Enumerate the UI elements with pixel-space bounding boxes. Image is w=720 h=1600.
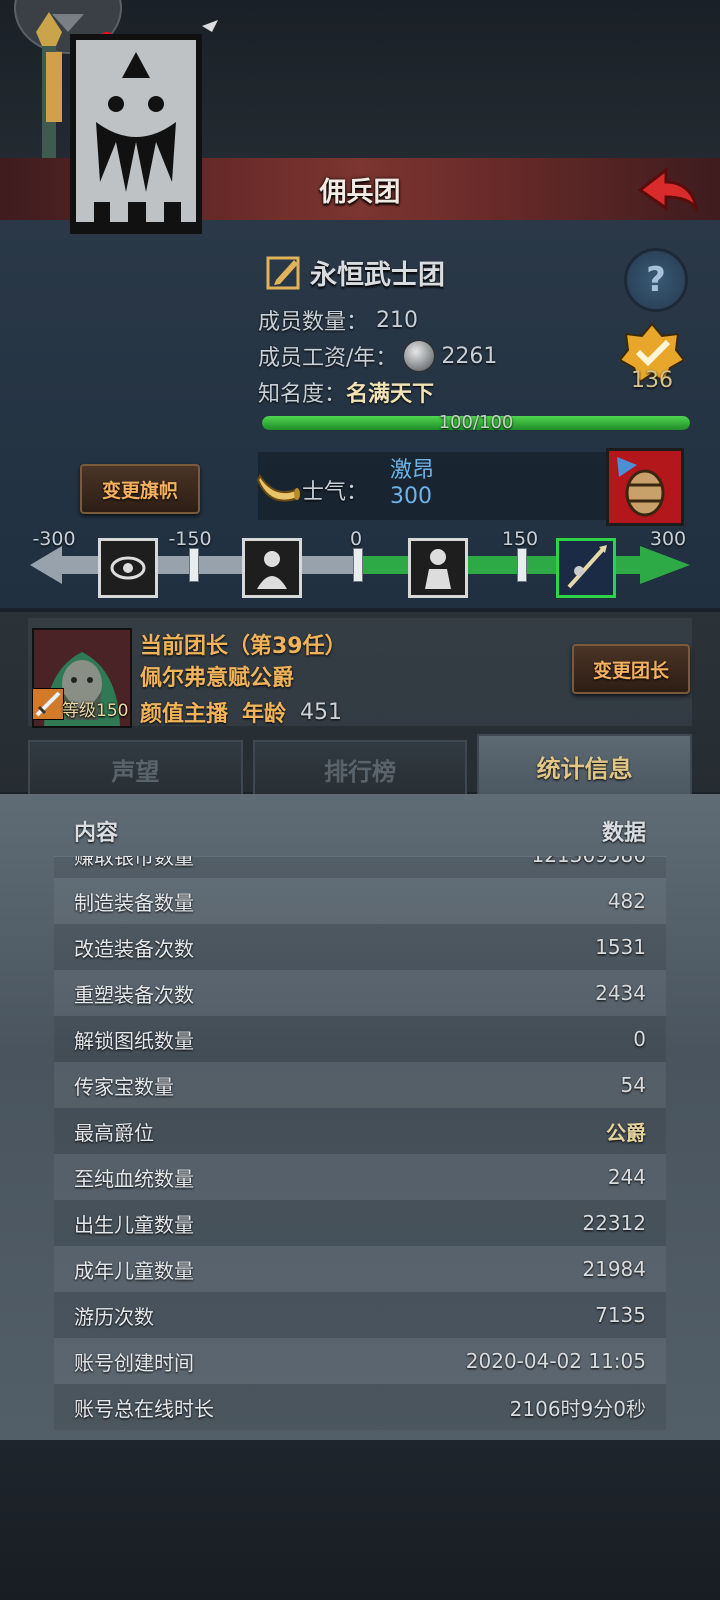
stat-value: 22312 (582, 1211, 646, 1235)
tab-reputation[interactable]: 声望 (28, 740, 243, 798)
stat-label: 账号创建时间 (74, 1350, 194, 1375)
stat-value: 21984 (582, 1257, 646, 1281)
stat-row: 账号总在线时长 2106时9分0秒 (54, 1384, 666, 1430)
guild-name: 永恒武士团 (310, 259, 445, 291)
stats-header: 内容 数据 (54, 806, 666, 857)
scale-tick (517, 548, 527, 582)
tab-leaderboard[interactable]: 排行榜 (252, 740, 468, 798)
salary-value: 2261 (441, 343, 498, 369)
stat-row: 出生儿童数量 22312 (54, 1200, 666, 1246)
stat-row: 最高爵位 公爵 (54, 1108, 666, 1154)
despair-eye-icon[interactable] (98, 538, 158, 598)
stat-label: 出生儿童数量 (74, 1212, 194, 1237)
stat-label: 传家宝数量 (74, 1074, 174, 1099)
stat-label: 解锁图纸数量 (74, 1028, 194, 1053)
morale-value: 300 (390, 484, 432, 509)
stat-value: 2020-04-02 11:05 (465, 1349, 646, 1373)
stat-value: 0 (633, 1027, 646, 1051)
tab-bar: 声望 排行榜 统计信息 (28, 734, 693, 798)
stat-row: 赚取银币数量 121369586 (54, 856, 666, 878)
fame-label: 知名度： (258, 382, 347, 407)
members-value: 210 (376, 307, 419, 333)
stat-label: 成年儿童数量 (74, 1258, 194, 1283)
stat-value: 482 (607, 889, 646, 913)
back-arrow-icon[interactable] (636, 164, 700, 214)
stat-label: 改造装备次数 (74, 936, 194, 961)
stat-label: 最高爵位 (74, 1120, 154, 1145)
scale-tick (353, 548, 363, 582)
salary-label: 成员工资/年： (258, 346, 398, 371)
sword-icon (32, 688, 64, 720)
stat-label: 游历次数 (74, 1304, 154, 1329)
stat-label: 重塑装备次数 (74, 982, 194, 1007)
change-banner-button[interactable]: 变更旗帜 (80, 464, 200, 514)
morale-label: 士气： (302, 480, 369, 505)
stat-label: 账号总在线时长 (74, 1396, 214, 1421)
stat-row: 重塑装备次数 2434 (54, 970, 666, 1016)
stat-value: 54 (620, 1073, 646, 1097)
guild-name-row: 永恒武士团 (266, 252, 445, 292)
tab-statistics[interactable]: 统计信息 (477, 734, 693, 798)
stat-label: 制造装备数量 (74, 890, 194, 915)
excited-warriors-icon[interactable] (556, 538, 616, 598)
fame-value: 名满天下 (346, 382, 435, 407)
help-button[interactable]: ? (624, 248, 688, 312)
arrow-right-icon (640, 546, 690, 584)
scale-tick (189, 548, 199, 582)
silver-coin-icon (403, 340, 436, 372)
stat-row: 至纯血统数量 244 (54, 1154, 666, 1200)
change-leader-button[interactable]: 变更团长 (572, 644, 690, 694)
stat-value: 2106时9分0秒 (509, 1396, 646, 1421)
members-label: 成员数量： (258, 310, 369, 335)
stat-value: 121369586 (531, 856, 646, 867)
stat-value: 公爵 (606, 1120, 646, 1145)
stats-list[interactable]: 赚取银币数量 121369586 制造装备数量 482 改造装备次数 1531 重塑装… (54, 856, 666, 1440)
fame-line: 知名度： 名满天下 (258, 376, 434, 408)
stat-label: 至纯血统数量 (74, 1166, 194, 1191)
stat-value: 7135 (595, 1303, 646, 1327)
stat-row: 传家宝数量 54 (54, 1062, 666, 1108)
guild-banner (36, 12, 218, 234)
question-icon: ? (646, 260, 666, 300)
edit-name-icon[interactable] (266, 254, 302, 290)
members-line: 成员数量： 210 (258, 304, 418, 336)
page-title: 佣兵团 (319, 176, 401, 208)
leader-trait: 颜值主播 (140, 702, 229, 727)
stat-value: 2434 (595, 981, 646, 1005)
stat-value: 1531 (595, 935, 646, 959)
stat-row: 账号创建时间 2020-04-02 11:05 (54, 1338, 666, 1384)
stats-header-content: 内容 (74, 821, 119, 846)
horn-icon (256, 473, 300, 502)
leader-traits: 颜值主播 年龄 451 (140, 696, 342, 728)
leader-title: 当前团长（第39任） (140, 634, 347, 659)
age-value: 451 (300, 699, 343, 725)
sad-figure-icon[interactable] (242, 538, 302, 598)
badge-count: 136 (631, 368, 673, 393)
stat-label: 赚取银币数量 (74, 856, 194, 869)
scale-label-neg: -150 (168, 528, 212, 550)
stats-header-data: 数据 (601, 821, 646, 846)
stat-row: 游历次数 7135 (54, 1292, 666, 1338)
salary-line: 成员工资/年： 2261 (258, 340, 497, 372)
morale-state: 激昂 (390, 458, 435, 483)
bottom-background (0, 1440, 720, 1600)
calm-figure-icon[interactable] (408, 538, 468, 598)
stat-row: 解锁图纸数量 0 (54, 1016, 666, 1062)
leader-level: 等级150 (62, 701, 129, 721)
leader-name: 佩尔弗意赋公爵 (140, 666, 295, 691)
age-label: 年龄 (242, 702, 287, 727)
stat-row: 改造装备次数 1531 (54, 924, 666, 970)
stat-row: 成年儿童数量 21984 (54, 1246, 666, 1292)
stat-value: 244 (607, 1165, 646, 1189)
barrel-icon[interactable] (606, 448, 684, 526)
arrow-left-icon (30, 546, 62, 584)
fame-progress-text: 100/100 (438, 412, 514, 433)
scale-label-pos: 150 (501, 528, 539, 550)
stat-row: 制造装备数量 482 (54, 878, 666, 924)
scale-label-zero: 0 (349, 528, 363, 550)
